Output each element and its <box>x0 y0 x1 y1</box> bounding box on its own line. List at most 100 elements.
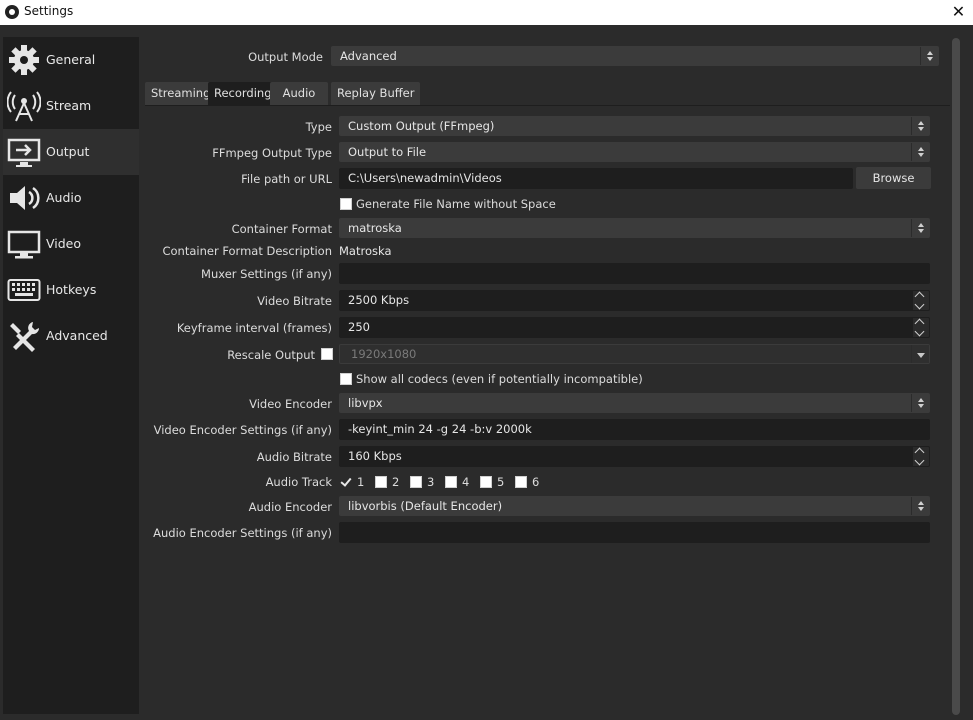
audio-encoder-settings-label: Audio Encoder Settings (if any) <box>153 526 332 540</box>
generate-file-name-checkbox[interactable] <box>340 198 352 210</box>
audio-track-label: Audio Track <box>265 475 332 489</box>
container-format-label: Container Format <box>231 222 332 236</box>
gear-icon <box>9 45 39 75</box>
sidebar-item-label: General <box>46 52 96 67</box>
sidebar-item-general[interactable]: General <box>3 37 139 83</box>
window-title: Settings <box>24 4 74 18</box>
ffmpeg-output-type-value: Output to File <box>348 145 427 159</box>
browse-button[interactable]: Browse <box>856 167 931 189</box>
audio-track-1-label: 1 <box>357 475 365 489</box>
audio-track-2-checkbox[interactable] <box>375 476 387 488</box>
updown-arrows-icon <box>911 394 929 412</box>
audio-track-4-checkbox[interactable] <box>445 476 457 488</box>
keyframe-interval-value: 250 <box>348 320 370 334</box>
show-all-codecs-checkbox[interactable] <box>340 373 352 385</box>
audio-bitrate-value: 160 Kbps <box>348 449 402 463</box>
muxer-settings-label: Muxer Settings (if any) <box>201 267 332 281</box>
sidebar-item-label: Advanced <box>46 328 108 343</box>
audio-encoder-value: libvorbis (Default Encoder) <box>348 499 503 513</box>
tab-replay-buffer[interactable]: Replay Buffer <box>331 82 421 105</box>
type-select[interactable]: Custom Output (FFmpeg) <box>339 116 930 136</box>
updown-arrows-icon <box>920 47 938 65</box>
audio-track-2-label: 2 <box>392 475 400 489</box>
show-all-codecs-label: Show all codecs (even if potentially inc… <box>356 372 643 386</box>
sidebar-item-output[interactable]: Output <box>3 129 139 175</box>
output-mode-select[interactable]: Advanced <box>331 46 939 66</box>
ffmpeg-output-type-label: FFmpeg Output Type <box>212 146 332 160</box>
sidebar-item-advanced[interactable]: Advanced <box>3 313 139 359</box>
sidebar-item-audio[interactable]: Audio <box>3 175 139 221</box>
container-format-value: matroska <box>348 221 402 235</box>
sidebar-item-label: Hotkeys <box>46 282 97 297</box>
close-icon[interactable]: ✕ <box>944 0 973 25</box>
updown-arrows-icon <box>911 219 929 237</box>
audio-track-5-label: 5 <box>497 475 505 489</box>
keyframe-interval-spinbox[interactable]: 250 <box>339 317 930 338</box>
audio-bitrate-spinbox[interactable]: 160 Kbps <box>339 446 930 467</box>
audio-track-3-label: 3 <box>427 475 435 489</box>
updown-arrows-icon <box>911 117 929 135</box>
sidebar-item-video[interactable]: Video <box>3 221 139 267</box>
tab-recording[interactable]: Recording <box>208 82 278 105</box>
scrollbar[interactable] <box>952 38 960 715</box>
video-encoder-select[interactable]: libvpx <box>339 393 930 413</box>
chevron-down-icon <box>911 345 929 363</box>
keyframe-interval-label: Keyframe interval (frames) <box>176 321 332 335</box>
rescale-output-select: 1920x1080 <box>339 344 930 364</box>
rescale-output-value: 1920x1080 <box>351 347 417 361</box>
rescale-output-checkbox[interactable] <box>321 348 333 360</box>
monitor-icon <box>7 230 41 259</box>
video-encoder-settings-input[interactable]: -keyint_min 24 -g 24 -b:v 2000k <box>339 419 930 440</box>
video-encoder-value: libvpx <box>348 396 383 410</box>
audio-track-3-checkbox[interactable] <box>410 476 422 488</box>
updown-arrows-icon <box>911 143 929 161</box>
audio-encoder-settings-input[interactable] <box>339 522 930 543</box>
tab-audio[interactable]: Audio <box>270 82 328 105</box>
sidebar-item-label: Stream <box>46 98 92 113</box>
spin-arrows-icon[interactable] <box>913 447 929 466</box>
audio-track-1-checkbox[interactable] <box>340 476 352 488</box>
audio-track-5-checkbox[interactable] <box>480 476 492 488</box>
ffmpeg-output-type-select[interactable]: Output to File <box>339 142 930 162</box>
antenna-icon <box>7 91 41 122</box>
container-format-description-label: Container Format Description <box>162 244 332 258</box>
output-mode-value: Advanced <box>340 49 397 63</box>
sidebar-item-stream[interactable]: Stream <box>3 83 139 129</box>
video-bitrate-value: 2500 Kbps <box>348 293 410 307</box>
spin-arrows-icon[interactable] <box>913 291 929 310</box>
obs-logo-icon <box>5 5 19 19</box>
muxer-settings-input[interactable] <box>339 263 930 284</box>
sidebar: General Stream Output Audio Video Hotkey… <box>3 37 139 714</box>
tab-streaming[interactable]: Streaming <box>145 82 217 105</box>
audio-track-6-label: 6 <box>532 475 540 489</box>
rescale-output-label: Rescale Output <box>227 348 315 362</box>
spin-arrows-icon[interactable] <box>913 318 929 337</box>
audio-track-6-checkbox[interactable] <box>515 476 527 488</box>
output-icon <box>7 138 41 167</box>
output-mode-label: Output Mode <box>248 50 323 64</box>
audio-encoder-label: Audio Encoder <box>248 500 332 514</box>
container-format-select[interactable]: matroska <box>339 218 930 238</box>
audio-track-4-label: 4 <box>462 475 470 489</box>
sidebar-item-hotkeys[interactable]: Hotkeys <box>3 267 139 313</box>
type-label: Type <box>305 120 332 134</box>
tab-divider <box>145 105 950 106</box>
sidebar-item-label: Video <box>46 236 82 251</box>
updown-arrows-icon <box>911 497 929 515</box>
speaker-icon <box>10 186 40 210</box>
video-encoder-settings-label: Video Encoder Settings (if any) <box>153 423 332 437</box>
video-bitrate-spinbox[interactable]: 2500 Kbps <box>339 290 930 311</box>
file-path-label: File path or URL <box>241 172 332 186</box>
audio-bitrate-label: Audio Bitrate <box>256 450 332 464</box>
keyboard-icon <box>7 279 41 301</box>
tools-icon <box>10 322 40 352</box>
generate-file-name-label: Generate File Name without Space <box>356 197 556 211</box>
file-path-input[interactable]: C:\Users\newadmin\Videos <box>339 168 853 189</box>
video-bitrate-label: Video Bitrate <box>257 294 332 308</box>
type-value: Custom Output (FFmpeg) <box>348 119 495 133</box>
video-encoder-label: Video Encoder <box>249 397 332 411</box>
audio-encoder-select[interactable]: libvorbis (Default Encoder) <box>339 496 930 516</box>
sidebar-item-label: Output <box>46 144 90 159</box>
sidebar-item-label: Audio <box>46 190 82 205</box>
container-format-description-value: Matroska <box>339 244 392 258</box>
